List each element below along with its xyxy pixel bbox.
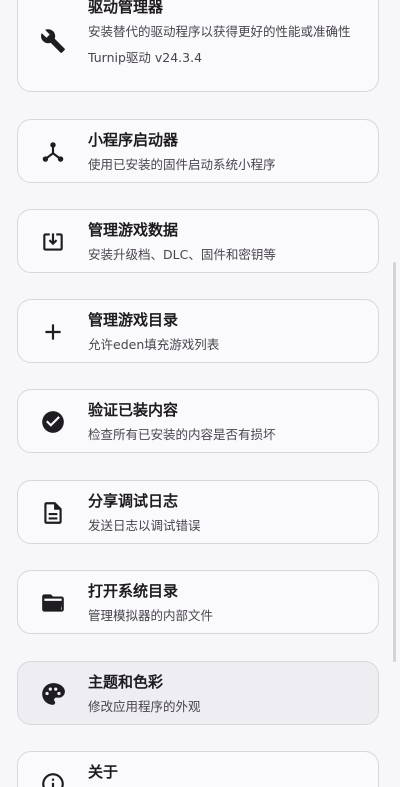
- menu-item-verify-content[interactable]: 验证已装内容 检查所有已安装的内容是否有损坏: [17, 389, 379, 453]
- download-box-icon: [38, 227, 68, 257]
- menu-item-manage-game-data[interactable]: 管理游戏数据 安装升级档、DLC、固件和密钥等: [17, 209, 379, 273]
- menu-item-title: 关于: [88, 763, 119, 781]
- settings-page: 驱动管理器 安装替代的驱动程序以获得更好的性能或准确性 Turnip驱动 v24…: [0, 0, 400, 787]
- menu-item-description: 发送日志以调试错误: [88, 518, 201, 533]
- document-icon: [38, 498, 68, 528]
- menu-item-open-system-directory[interactable]: 打开系统目录 管理模拟器的内部文件: [17, 570, 379, 634]
- menu-item-description: 修改应用程序的外观: [88, 699, 201, 714]
- menu-item-title: 驱动管理器: [88, 0, 164, 16]
- hub-icon: [38, 137, 68, 167]
- plus-icon: [38, 317, 68, 347]
- driver-version-label: Turnip驱动 v24.3.4: [88, 50, 203, 65]
- menu-item-title: 验证已装内容: [88, 401, 179, 419]
- palette-icon: [38, 679, 68, 709]
- menu-item-applet-launcher[interactable]: 小程序启动器 使用已安装的固件启动系统小程序: [17, 119, 379, 183]
- wrench-icon: [38, 26, 68, 56]
- menu-item-title: 主题和色彩: [88, 673, 164, 691]
- info-icon: [38, 769, 68, 787]
- folder-open-icon: [38, 588, 68, 618]
- menu-item-share-debug-log[interactable]: 分享调试日志 发送日志以调试错误: [17, 480, 379, 544]
- menu-item-driver-manager[interactable]: 驱动管理器 安装替代的驱动程序以获得更好的性能或准确性 Turnip驱动 v24…: [17, 0, 379, 92]
- menu-item-description: 安装升级档、DLC、固件和密钥等: [88, 247, 276, 262]
- menu-item-description: 使用已安装的固件启动系统小程序: [88, 157, 276, 172]
- menu-item-description: 安装替代的驱动程序以获得更好的性能或准确性: [88, 24, 351, 39]
- menu-item-title: 小程序启动器: [88, 131, 179, 149]
- menu-item-about[interactable]: 关于: [17, 751, 379, 787]
- menu-item-theme-color[interactable]: 主题和色彩 修改应用程序的外观: [17, 661, 379, 725]
- menu-item-description: 管理模拟器的内部文件: [88, 608, 214, 623]
- menu-item-description: 检查所有已安装的内容是否有损坏: [88, 427, 276, 442]
- check-circle-icon: [38, 407, 68, 437]
- menu-item-manage-game-directories[interactable]: 管理游戏目录 允许eden填充游戏列表: [17, 299, 379, 363]
- menu-item-title: 打开系统目录: [88, 582, 179, 600]
- menu-item-description: 允许eden填充游戏列表: [88, 337, 220, 352]
- menu-item-title: 管理游戏目录: [88, 311, 179, 329]
- scrollbar[interactable]: [393, 262, 396, 662]
- menu-item-title: 管理游戏数据: [88, 221, 179, 239]
- menu-item-title: 分享调试日志: [88, 492, 179, 510]
